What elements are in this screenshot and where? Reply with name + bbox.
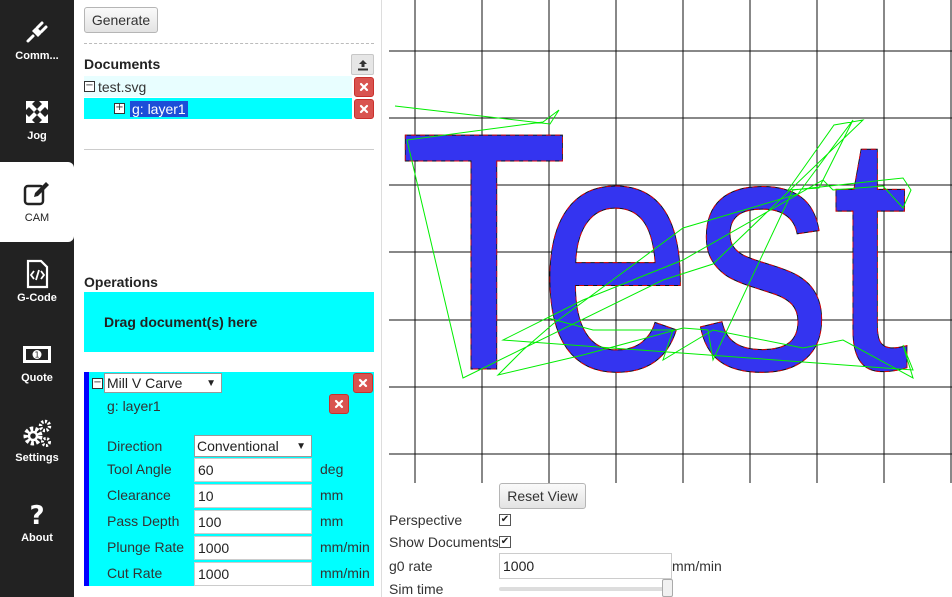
documents-title: Documents	[84, 56, 161, 72]
sidebar-item-comm[interactable]: Comm...	[0, 0, 74, 80]
pass-depth-unit: mm	[320, 513, 344, 529]
edit-icon	[21, 178, 53, 210]
tool-angle-input[interactable]	[194, 458, 312, 482]
perspective-label: Perspective	[389, 512, 463, 528]
perspective-checkbox[interactable]: ✔	[499, 514, 511, 526]
arrows-icon	[21, 96, 53, 128]
operation-type-select[interactable]: Mill V Carve ▼	[104, 373, 222, 393]
sidebar-item-label: About	[21, 532, 53, 544]
sidebar-item-label: Jog	[27, 130, 47, 142]
operation-type-value: Mill V Carve	[107, 375, 183, 391]
layer-label: g: layer1	[130, 100, 188, 117]
svg-text:?: ?	[29, 501, 44, 529]
cut-rate-input[interactable]	[194, 562, 312, 586]
generate-button[interactable]: Generate	[84, 7, 158, 33]
close-icon	[359, 104, 369, 114]
tool-angle-unit: deg	[320, 461, 344, 477]
clearance-label: Clearance	[107, 487, 171, 503]
question-icon: ?	[21, 498, 53, 530]
direction-select[interactable]: Conventional ▼	[194, 435, 312, 457]
gears-icon	[21, 418, 53, 450]
sidebar-item-quote[interactable]: 1 Quote	[0, 322, 74, 402]
3d-viewport[interactable]: Test Test	[383, 0, 952, 483]
delete-document-button[interactable]	[354, 77, 374, 97]
plug-icon	[21, 16, 53, 48]
collapse-icon[interactable]: −	[92, 378, 103, 389]
sidebar-item-jog[interactable]: Jog	[0, 80, 74, 160]
operation-document-label: g: layer1	[107, 398, 161, 414]
sidebar-item-label: Comm...	[15, 50, 59, 62]
money-icon: 1	[21, 338, 53, 370]
close-icon	[359, 82, 369, 92]
pass-depth-label: Pass Depth	[107, 513, 180, 529]
direction-label: Direction	[107, 438, 163, 454]
toolpath-line: Test	[399, 62, 910, 442]
code-file-icon	[21, 258, 53, 290]
sim-time-slider[interactable]	[499, 587, 672, 591]
chevron-down-icon: ▼	[296, 440, 306, 452]
expand-icon[interactable]: +	[114, 103, 125, 114]
sim-time-slider-handle[interactable]	[662, 579, 673, 597]
plunge-rate-label: Plunge Rate	[107, 539, 185, 555]
direction-value: Conventional	[197, 438, 279, 454]
sidebar-item-settings[interactable]: Settings	[0, 402, 74, 482]
clearance-input[interactable]	[194, 484, 312, 508]
sidebar-item-label: G-Code	[17, 292, 57, 304]
tool-angle-label: Tool Angle	[107, 461, 172, 477]
cam-panel: Generate Documents − test.svg + g: layer…	[74, 0, 382, 597]
upload-icon	[357, 59, 368, 70]
document-label: test.svg	[98, 78, 147, 95]
g0-rate-input[interactable]	[499, 553, 672, 579]
sidebar-item-gcode[interactable]: G-Code	[0, 242, 74, 322]
sim-time-label: Sim time	[389, 581, 444, 597]
svg-text:1: 1	[34, 351, 39, 360]
delete-operation-button[interactable]	[353, 373, 373, 393]
delete-layer-button[interactable]	[354, 99, 374, 119]
sidebar-item-cam[interactable]: CAM	[0, 162, 74, 242]
drop-zone[interactable]: Drag document(s) here	[84, 292, 374, 352]
sidebar-item-about[interactable]: ? About	[0, 482, 74, 562]
operation-card: − Mill V Carve ▼ g: layer1 Direction Con…	[84, 372, 374, 586]
viewport-canvas[interactable]: Test Test	[383, 0, 952, 483]
cut-rate-unit: mm/min	[320, 565, 370, 581]
g0-rate-label: g0 rate	[389, 558, 433, 574]
chevron-down-icon: ▼	[206, 377, 216, 389]
sidebar: Comm... Jog CAM G-Code 1 Quote Settings …	[0, 0, 74, 597]
collapse-icon[interactable]: −	[84, 81, 95, 92]
divider	[84, 43, 374, 44]
divider	[84, 149, 374, 150]
close-icon	[334, 399, 344, 409]
pass-depth-input[interactable]	[194, 510, 312, 534]
clearance-unit: mm	[320, 487, 344, 503]
operations-title: Operations	[84, 274, 158, 290]
show-documents-label: Show Documents	[389, 534, 499, 550]
sidebar-item-label: Quote	[21, 372, 53, 384]
reset-view-button[interactable]: Reset View	[499, 483, 586, 509]
upload-button[interactable]	[351, 54, 374, 75]
document-row[interactable]: + g: layer1	[84, 98, 352, 119]
sidebar-item-label: Settings	[15, 452, 59, 464]
remove-document-button[interactable]	[329, 394, 349, 414]
g0-rate-unit: mm/min	[672, 558, 722, 574]
cut-rate-label: Cut Rate	[107, 565, 163, 581]
sidebar-item-label: CAM	[24, 212, 50, 224]
close-icon	[358, 378, 368, 388]
plunge-rate-unit: mm/min	[320, 539, 370, 555]
document-row[interactable]: − test.svg	[84, 76, 352, 97]
show-documents-checkbox[interactable]: ✔	[499, 536, 511, 548]
plunge-rate-input[interactable]	[194, 536, 312, 560]
